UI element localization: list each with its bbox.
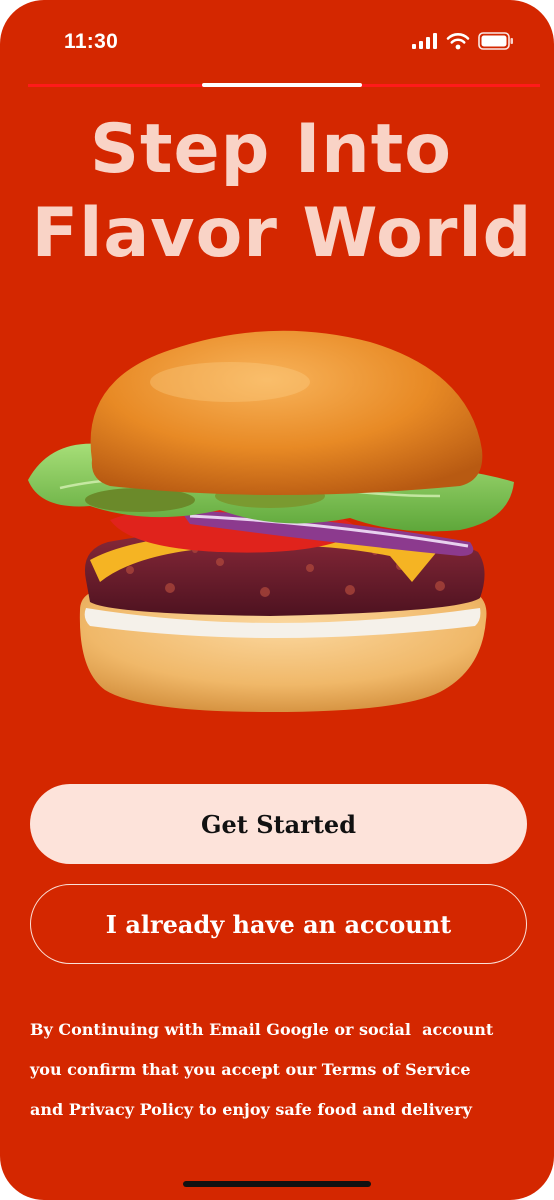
onboarding-screen: 11:30 Step Into Flavor World Get Started…: [0, 0, 554, 1200]
status-bar: 11:30: [0, 0, 554, 80]
battery-icon: [478, 32, 513, 50]
existing-account-button[interactable]: I already have an account: [30, 884, 527, 964]
status-time: 11:30: [64, 30, 119, 53]
terms-line-3: and Privacy Policy to enjoy safe food an…: [30, 1100, 472, 1119]
cellular-signal-icon: [412, 33, 437, 49]
terms-line-1: By Continuing with Email Google or socia…: [30, 1020, 494, 1039]
page-title: Step Into Flavor World: [0, 108, 554, 276]
get-started-button[interactable]: Get Started: [30, 784, 527, 864]
terms-line-2: you confirm that you accept our Terms of…: [30, 1060, 471, 1079]
status-icons: [412, 32, 514, 50]
burger-image: [28, 330, 514, 712]
top-indicator-bar: [202, 83, 362, 87]
terms-notice: By Continuing with Email Google or socia…: [30, 1010, 530, 1130]
title-line-2: Flavor World: [31, 194, 533, 273]
wifi-icon: [446, 33, 470, 50]
title-line-1: Step Into: [90, 110, 452, 189]
home-indicator[interactable]: [183, 1181, 371, 1187]
